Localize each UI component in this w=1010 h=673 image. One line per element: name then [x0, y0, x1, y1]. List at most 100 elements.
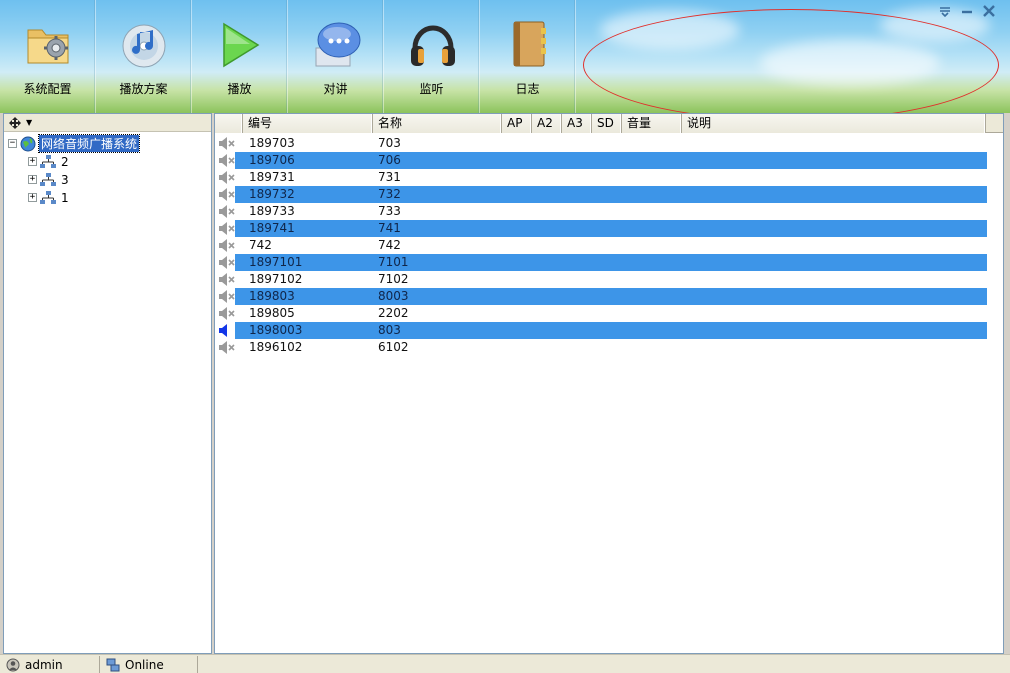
header-banner: 系统配置 播放方案 播放 对讲 监听 日志	[0, 0, 1010, 113]
status-bar: admin Online	[0, 654, 1010, 673]
table-row[interactable]: 1897101 7101	[215, 254, 1003, 271]
table-row[interactable]: 189703 703	[215, 135, 1003, 152]
column-header-name[interactable]: 名称	[373, 114, 502, 133]
tree-root-label: 网络音频广播系统	[37, 134, 141, 153]
speaker-muted-icon	[219, 205, 235, 218]
play-plan-button[interactable]: 播放方案	[96, 0, 192, 113]
column-header-sd[interactable]: SD	[592, 114, 622, 133]
status-user-label: admin	[25, 658, 63, 672]
tree-menu-caret-icon[interactable]: ▼	[26, 118, 32, 127]
list-header: 编号 名称 AP A2 A3 SD 音量 说明	[215, 114, 1003, 133]
minimize-icon[interactable]	[960, 4, 974, 18]
cell-name: 703	[378, 136, 401, 150]
log-button[interactable]: 日志	[480, 0, 576, 113]
intercom-button[interactable]: 对讲	[288, 0, 384, 113]
speaker-active-icon	[219, 324, 227, 337]
cell-id: 1896102	[249, 340, 303, 354]
cell-id: 189706	[249, 153, 295, 167]
cell-id: 189741	[249, 221, 295, 235]
chat-bubble-icon	[315, 22, 361, 67]
terminal-list-panel: 编号 名称 AP A2 A3 SD 音量 说明 189703 703 189706 7…	[214, 113, 1004, 654]
cell-id: 189703	[249, 136, 295, 150]
speaker-muted-icon	[219, 273, 235, 286]
annotation-ellipse	[583, 9, 999, 113]
table-row[interactable]: 189741 741	[215, 220, 1003, 237]
cell-id: 189732	[249, 187, 295, 201]
column-header-a3[interactable]: A3	[562, 114, 592, 133]
network-icon	[40, 154, 56, 168]
speaker-muted-icon	[219, 341, 235, 354]
headphones-icon	[411, 25, 455, 66]
folder-gear-icon	[27, 29, 69, 64]
tree-node-1[interactable]: + 1	[28, 189, 69, 206]
table-row[interactable]: 1897102 7102	[215, 271, 1003, 288]
cell-id: 1897102	[249, 272, 303, 286]
table-row[interactable]: 1896102 6102	[215, 339, 1003, 356]
column-header-icon[interactable]	[215, 114, 243, 133]
move-icon[interactable]	[8, 116, 22, 130]
window-controls	[938, 4, 996, 18]
cell-name: 731	[378, 170, 401, 184]
cell-id: 189805	[249, 306, 295, 320]
speaker-muted-icon	[219, 290, 235, 303]
main-toolbar: 系统配置 播放方案 播放 对讲 监听 日志	[0, 0, 576, 113]
table-row[interactable]: 742 742	[215, 237, 1003, 254]
tree-expand-toggle[interactable]: +	[28, 175, 37, 184]
cell-id: 742	[249, 238, 272, 252]
cell-id: 1897101	[249, 255, 303, 269]
table-row[interactable]: 189733 733	[215, 203, 1003, 220]
speaker-muted-icon	[219, 188, 235, 201]
close-icon[interactable]	[982, 4, 996, 18]
table-row[interactable]: 189805 2202	[215, 305, 1003, 322]
cell-name: 2202	[378, 306, 409, 320]
status-user: admin	[0, 656, 100, 673]
column-header-volume[interactable]: 音量	[622, 114, 682, 133]
system-config-button[interactable]: 系统配置	[0, 0, 96, 113]
cell-name: 7102	[378, 272, 409, 286]
speaker-muted-icon	[219, 137, 235, 150]
row-selection-highlight	[235, 288, 987, 305]
system-config-label: 系统配置	[23, 82, 72, 96]
network-icon	[40, 190, 56, 204]
table-row[interactable]: 189803 8003	[215, 288, 1003, 305]
tree-toolbar: ▼	[4, 114, 211, 132]
table-row[interactable]: 189706 706	[215, 152, 1003, 169]
tree-node-label: 3	[61, 172, 69, 187]
cell-id: 189803	[249, 289, 295, 303]
tree-expand-toggle[interactable]: +	[28, 157, 37, 166]
column-header-description[interactable]: 说明	[682, 114, 986, 133]
column-header-ap[interactable]: AP	[502, 114, 532, 133]
cell-id: 1898003	[249, 323, 303, 337]
tree-node-3[interactable]: + 3	[28, 171, 69, 188]
table-row[interactable]: 189731 731	[215, 169, 1003, 186]
cell-id: 189731	[249, 170, 295, 184]
play-button[interactable]: 播放	[192, 0, 288, 113]
play-label: 播放	[227, 82, 252, 96]
cell-id: 189733	[249, 204, 295, 218]
table-row[interactable]: 1898003 803	[215, 322, 1003, 339]
tree-root-node[interactable]: − 网络音频广播系统	[8, 134, 141, 153]
column-header-id[interactable]: 编号	[243, 114, 373, 133]
column-header-a2[interactable]: A2	[532, 114, 562, 133]
cell-name: 7101	[378, 255, 409, 269]
speaker-muted-icon	[219, 239, 235, 252]
log-label: 日志	[515, 82, 540, 96]
table-row[interactable]: 189732 732	[215, 186, 1003, 203]
speaker-muted-icon	[219, 307, 235, 320]
user-icon	[6, 658, 20, 672]
tree-node-2[interactable]: + 2	[28, 153, 69, 170]
play-plan-label: 播放方案	[119, 82, 168, 96]
window-edge	[1004, 113, 1010, 654]
intercom-label: 对讲	[323, 82, 348, 96]
device-tree-panel: ▼ − 网络音频广播系统 + 2 + 3 + 1	[3, 113, 212, 654]
monitor-button[interactable]: 监听	[384, 0, 480, 113]
tree-expand-toggle[interactable]: +	[28, 193, 37, 202]
globe-icon	[20, 136, 36, 151]
network-icon	[40, 172, 56, 186]
row-selection-highlight	[235, 220, 987, 237]
tree-collapse-toggle[interactable]: −	[8, 139, 17, 148]
speaker-muted-icon	[219, 171, 235, 184]
dropdown-icon[interactable]	[938, 4, 952, 18]
tree-node-label: 2	[61, 154, 69, 169]
music-cd-icon	[122, 24, 166, 68]
